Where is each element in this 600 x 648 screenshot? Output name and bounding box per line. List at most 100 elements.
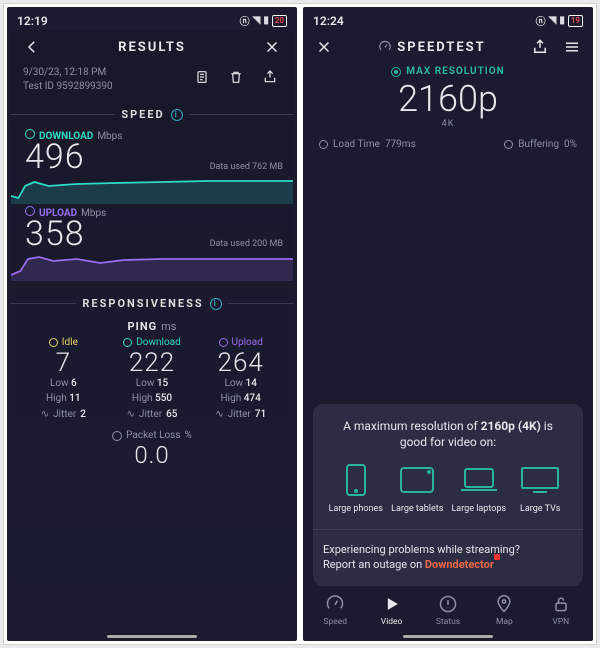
packet-loss-unit: % — [185, 430, 192, 441]
wifi-icon: ◥ — [253, 15, 261, 26]
phone-icon — [335, 462, 377, 498]
test-meta-text: 9/30/23, 12:18 PM Test ID 9592899390 — [23, 66, 113, 94]
device-laptop: Large laptops — [448, 462, 510, 515]
packet-loss-icon — [112, 431, 122, 441]
download-icon — [123, 338, 132, 347]
nav-speed[interactable]: Speed — [307, 594, 363, 627]
responsiveness-section-title: RESPONSIVENESS i — [11, 291, 293, 316]
device-tablet: Large tablets — [387, 462, 449, 515]
results-screen: RESULTS 9/30/23, 12:18 PM Test ID 959289… — [11, 30, 293, 631]
jitter-icon: ∿ — [127, 409, 135, 420]
packet-loss-value: 0.0 — [134, 441, 169, 469]
download-graph — [11, 174, 293, 204]
ping-grid: Idle 7 Low 6 High 11 ∿Jitter 2 Download … — [11, 337, 293, 426]
packet-loss-block: Packet Loss % 0.0 — [11, 426, 293, 469]
status-bar: 12:19 ⓝ ◥ ▮ 20 — [7, 7, 297, 30]
speedtest-header: SPEEDTEST — [303, 30, 593, 64]
buffering-icon — [504, 140, 513, 149]
ping-idle-value: 7 — [21, 350, 106, 376]
download-unit: Mbps — [97, 131, 122, 142]
problems-line: Experiencing problems while streaming? — [323, 542, 573, 557]
signal-icon: ▮ — [263, 15, 269, 26]
jitter-icon: ∿ — [215, 409, 223, 420]
speed-section-title: SPEED i — [11, 102, 293, 127]
nav-vpn[interactable]: VPN — [533, 594, 589, 627]
test-date: 9/30/23, 12:18 PM — [23, 66, 113, 80]
info-icon[interactable]: i — [210, 298, 222, 310]
device-tv: Large TVs — [510, 462, 572, 515]
battery-icon: 20 — [272, 15, 287, 27]
report-line-prefix: Report an outage on — [323, 558, 425, 571]
status-bar: 12:24 ⓝ ◥ ▮ 19 — [303, 7, 593, 30]
ping-idle-col: Idle 7 Low 6 High 11 ∿Jitter 2 — [21, 337, 106, 420]
phone-left-results: 12:19 ⓝ ◥ ▮ 20 RESULTS — [7, 7, 297, 641]
delete-button[interactable] — [225, 66, 247, 88]
ping-upload-value: 264 — [198, 350, 283, 376]
load-time-metric: Load Time 779ms — [319, 139, 416, 150]
upload-unit: Mbps — [81, 208, 106, 219]
notes-button[interactable] — [191, 66, 213, 88]
speedtest-logo-icon — [378, 40, 392, 54]
share-button[interactable] — [529, 36, 551, 58]
menu-button[interactable] — [561, 36, 583, 58]
results-header: RESULTS — [11, 30, 293, 64]
home-indicator[interactable] — [403, 635, 493, 638]
laptop-icon — [458, 462, 500, 498]
packet-loss-label: Packet Loss — [126, 430, 180, 441]
back-button[interactable] — [21, 36, 43, 58]
status-time: 12:19 — [17, 14, 48, 28]
upload-icon — [219, 338, 228, 347]
resolution-value: 2160p — [303, 81, 593, 117]
card-title: A maximum resolution of 2160p (4K) is go… — [323, 418, 573, 462]
info-icon[interactable]: i — [171, 109, 183, 121]
tv-icon — [519, 462, 561, 498]
notification-badge-icon — [494, 554, 500, 560]
video-metrics-row: Load Time 779ms Buffering 0% — [303, 139, 593, 162]
device-compat-card: A maximum resolution of 2160p (4K) is go… — [313, 404, 583, 586]
nfc-icon: ⓝ — [536, 13, 546, 28]
ping-upload-col: Upload 264 Low 14 High 474 ∿Jitter 71 — [198, 337, 283, 420]
idle-icon — [49, 338, 58, 347]
video-result-header: MAX RESOLUTION 2160p 4K — [303, 64, 593, 139]
close-button[interactable] — [313, 36, 335, 58]
upload-block: UPLOAD Mbps 358 Data used 200 MB — [11, 204, 293, 281]
resolution-sub: 4K — [303, 119, 593, 129]
wifi-icon: ◥ — [549, 15, 557, 26]
header-title: RESULTS — [43, 40, 261, 55]
status-icons: ⓝ ◥ ▮ 19 — [536, 13, 583, 28]
buffering-metric: Buffering 0% — [504, 139, 577, 150]
home-indicator[interactable] — [107, 635, 197, 638]
battery-icon: 19 — [568, 15, 583, 27]
ping-upload-label: Upload — [232, 337, 263, 348]
nav-video[interactable]: Video — [363, 594, 419, 627]
upload-graph — [11, 251, 293, 281]
nfc-icon: ⓝ — [240, 13, 250, 28]
check-icon — [391, 67, 401, 77]
ping-download-label: Download — [136, 337, 181, 348]
bottom-nav: Speed Video Status Map VPN — [303, 586, 593, 631]
device-tv-label: Large TVs — [520, 504, 560, 515]
device-phone-label: Large phones — [329, 504, 383, 515]
nav-map[interactable]: Map — [476, 594, 532, 627]
ping-header: PING ms — [11, 320, 293, 333]
download-block: DOWNLOAD Mbps 496 Data used 762 MB — [11, 127, 293, 204]
header-title: SPEEDTEST — [335, 40, 529, 55]
ping-download-value: 222 — [110, 350, 195, 376]
status-time: 12:24 — [313, 14, 344, 28]
share-button[interactable] — [259, 66, 281, 88]
card-footer: Experiencing problems while streaming? R… — [323, 542, 573, 572]
downdetector-link[interactable]: Downdetector — [425, 558, 494, 571]
test-id: Test ID 9592899390 — [23, 80, 113, 94]
signal-icon: ▮ — [559, 15, 565, 26]
ping-idle-label: Idle — [62, 337, 78, 348]
nav-status[interactable]: Status — [420, 594, 476, 627]
ping-download-col: Download 222 Low 15 High 550 ∿Jitter 65 — [110, 337, 195, 420]
device-laptop-label: Large laptops — [451, 504, 506, 515]
device-tablet-label: Large tablets — [391, 504, 443, 515]
jitter-icon: ∿ — [41, 409, 49, 420]
max-resolution-label: MAX RESOLUTION — [406, 66, 504, 77]
test-meta-row: 9/30/23, 12:18 PM Test ID 9592899390 — [11, 64, 293, 102]
load-time-icon — [319, 140, 328, 149]
tablet-icon — [396, 462, 438, 498]
close-button[interactable] — [261, 36, 283, 58]
